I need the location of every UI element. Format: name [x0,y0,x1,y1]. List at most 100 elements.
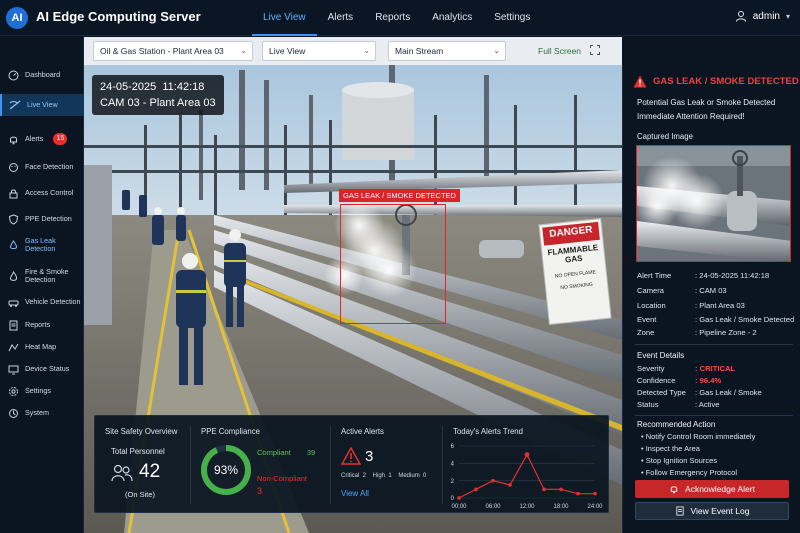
view-all-link[interactable]: View All [341,489,369,498]
stream-select[interactable]: Main Stream ⌄ [388,41,506,61]
warning-icon [341,447,361,465]
detail-row: Location: Plant Area 03 [637,301,745,310]
view-event-log-button[interactable]: View Event Log [635,502,789,520]
trend-series-line [458,453,595,499]
sidebar-item-dashboard[interactable]: Dashboard [0,67,84,83]
site-safety-overview: Site Safety Overview Total Personnel 42 … [95,416,190,514]
full-screen-link[interactable]: Full Screen [538,46,581,56]
trend-point [457,496,461,500]
face-icon [7,161,19,173]
detail-key: Camera [637,286,665,295]
event-detail-row: Status: Active [637,400,719,409]
detail-value: : Active [695,400,720,409]
site-select[interactable]: Oil & Gas Station - Plant Area 03 ⌄ [93,41,253,61]
sidebar-item-face-detection[interactable]: Face Detection [0,159,84,175]
y-tick-label: 2 [451,479,455,485]
sidebar-item-label: Dashboard [25,69,61,79]
sidebar-item-label: Fire & Smoke Detection [25,266,69,284]
detail-key: Location [637,301,666,310]
stats-panel: Site Safety Overview Total Personnel 42 … [94,415,609,513]
heat-map-icon [7,341,19,353]
sidebar-item-label: Device Status [25,363,70,373]
alert-count-badge: 15 [53,133,68,145]
personnel-label: Total Personnel [111,447,165,456]
detail-value: : CAM 03 [695,286,727,295]
sidebar: Dashboard Live View Alerts 15 Face Detec… [0,37,84,533]
danger-sign-line: NO OPEN FLAME [554,269,597,280]
nav-live-view[interactable]: Live View [252,0,317,36]
ppe-compliance: PPE Compliance 93% Compliant 39 Non-Comp… [191,416,329,514]
people-icon [111,464,133,482]
app-title: AI Edge Computing Server [36,9,201,24]
bell-icon [7,133,19,145]
camera-overlay: 24-05-2025 11:42:18 CAM 03 - Plant Area … [92,75,224,115]
noncompliant-count: 3 [257,486,263,496]
detail-key: Severity [637,364,665,373]
sidebar-item-fire-smoke-detection[interactable]: Fire & Smoke Detection [0,265,84,287]
sidebar-item-reports[interactable]: Reports [0,317,84,333]
confidence-value: : 96.4% [695,376,722,385]
captured-image[interactable] [636,145,791,262]
sidebar-item-system[interactable]: System [0,405,84,421]
sidebar-item-label: Reports [25,319,51,329]
chevron-down-icon: ▾ [785,11,790,21]
user-menu[interactable]: admin ▾ [735,10,790,22]
log-icon [675,506,684,516]
sidebar-item-vehicle-detection[interactable]: Vehicle Detection [0,294,84,310]
nav-settings[interactable]: Settings [483,0,541,36]
alert-breakdown: Critical 2 High 1 Medium 0 [341,473,427,479]
sidebar-item-heat-map[interactable]: Heat Map [0,339,84,355]
sidebar-item-gas-leak-detection[interactable]: Gas Leak Detection [0,234,84,256]
severity-value: : CRITICAL [695,364,736,373]
nav-reports[interactable]: Reports [364,0,421,36]
x-tick-label: 12:00 [519,504,535,510]
event-detail-row: Detected Type: Gas Leak / Smoke [637,388,762,397]
sidebar-item-access-control[interactable]: Access Control [0,185,84,201]
acknowledge-alert-button[interactable]: Acknowledge Alert [635,480,789,498]
sidebar-item-ppe-detection[interactable]: PPE Detection [0,211,84,227]
fire-icon [7,270,19,282]
bell-icon [670,486,678,494]
nav-analytics[interactable]: Analytics [421,0,483,36]
alert-header: GAS LEAK / SMOKE DETECTED [633,75,799,88]
gear-icon [7,385,19,397]
view-event-log-label: View Event Log [690,506,750,516]
chevron-down-icon: ⌄ [240,46,247,55]
nav-alerts[interactable]: Alerts [317,0,365,36]
detail-key: Detected Type [637,388,686,397]
sidebar-item-label: Vehicle Detection [25,296,81,306]
sidebar-item-label: Settings [25,385,51,395]
detail-value: : Pipeline Zone - 2 [695,328,757,337]
captured-scene-image [637,146,790,261]
sidebar-item-settings[interactable]: Settings [0,383,84,399]
gas-drop-icon [7,239,19,251]
view-select[interactable]: Live View ⌄ [262,41,376,61]
user-icon [735,11,746,22]
sidebar-item-device-status[interactable]: Device Status [0,361,84,377]
compliant-row: Compliant 39 [257,448,315,457]
x-tick-label: 18:00 [553,504,569,510]
camera-label: CAM 03 - Plant Area 03 [100,97,216,109]
sidebar-item-label: PPE Detection [25,213,72,223]
active-alert-count: 3 [365,448,374,465]
alerts-trend: Today's Alerts Trend 0 2 4 6 00:00 06:00 12:00… [443,416,609,514]
detail-row: Camera : CAM 03 [637,286,727,295]
recommended-action-title: Recommended Action [637,420,716,429]
sidebar-item-label: Access Control [25,187,74,197]
fullscreen-icon[interactable] [590,45,600,55]
detail-value: : 24-05-2025 11:42:18 [695,271,770,280]
divider [635,344,793,345]
sidebar-item-live-view[interactable]: Live View [0,94,84,116]
acknowledge-alert-label: Acknowledge Alert [685,484,755,494]
detail-key: Alert Time [637,271,672,280]
live-video-feed[interactable]: DANGER FLAMMABLE GAS NO OPEN FLAME NO SM… [84,65,622,533]
filter-bar: Oil & Gas Station - Plant Area 03 ⌄ Live… [84,37,622,65]
detection-box[interactable] [340,204,446,324]
timestamp: 24-05-2025 11:42:18 [100,81,205,93]
y-tick-label: 6 [451,444,455,450]
alert-message: Immediate Attention Required! [637,112,745,121]
event-detail-row: Severity : CRITICAL [637,364,735,373]
ppe-percent: 93% [213,463,239,477]
detail-row: Event: Gas Leak / Smoke Detected [637,315,794,324]
sidebar-item-alerts[interactable]: Alerts 15 [0,131,84,147]
